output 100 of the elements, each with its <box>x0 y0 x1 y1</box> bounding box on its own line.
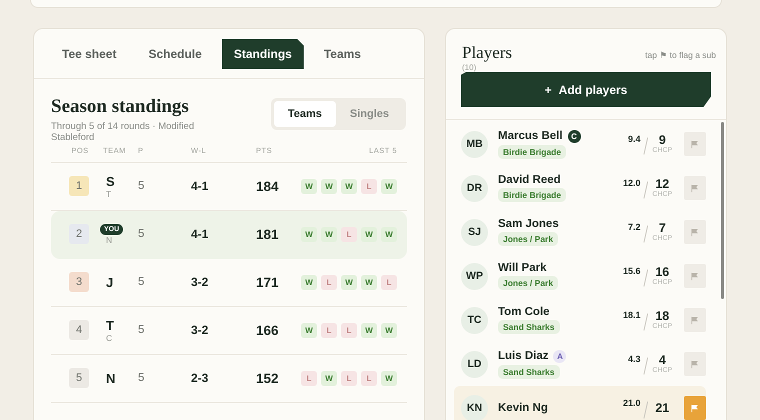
table-cell-text: 3-2 <box>190 275 210 290</box>
result-chip: W <box>321 178 337 194</box>
flag-button[interactable] <box>684 396 706 420</box>
rank-badge: 5 <box>69 368 89 388</box>
table-row[interactable]: 1 S T 5 4-1 184 W W W L W <box>51 162 407 211</box>
avatar: TC <box>461 306 488 334</box>
team-subtitle: C <box>106 332 114 343</box>
flag-button[interactable] <box>684 176 706 200</box>
result-chip: L <box>381 274 397 290</box>
result-chip: W <box>321 226 337 242</box>
rank-badge: 4 <box>69 320 89 340</box>
points-cell-text: 152 <box>255 370 280 386</box>
role-badge: A <box>553 350 566 362</box>
handicap-index: 7.2 <box>626 222 640 232</box>
result-chip: W <box>361 322 377 338</box>
slash-icon <box>642 136 648 156</box>
avatar: SJ <box>461 218 488 246</box>
table-cell-text: 5 <box>137 372 146 384</box>
result-chip: L <box>321 322 337 338</box>
result-chip: W <box>381 370 397 386</box>
team-name: S <box>106 174 116 189</box>
table-row[interactable]: 5 N 5 2-3 152 L W L L W <box>51 354 407 403</box>
result-chip: W <box>321 370 337 386</box>
tab[interactable]: Tee sheet <box>50 39 128 69</box>
rank-badge: 2 <box>69 224 89 244</box>
course-handicap: 9 <box>658 134 666 147</box>
table-cell-text: 3-2 <box>190 323 210 338</box>
section-title: Players <box>462 43 512 63</box>
table-cell-text: 2-3 <box>190 371 210 386</box>
flag-icon <box>690 360 700 368</box>
scrollbar[interactable] <box>721 122 724 299</box>
section-title: Season standings <box>51 96 190 118</box>
highlighted-row[interactable]: KN Kevin Ng 21.0 21 <box>454 386 706 420</box>
player-name: Marcus Bell <box>498 130 563 142</box>
table-cell-text: 5 <box>137 276 146 288</box>
flag-icon <box>690 228 700 236</box>
result-chip: W <box>381 178 397 194</box>
team-tag: Jones / Park <box>498 232 558 246</box>
result-chip: W <box>301 226 317 242</box>
result-chip: L <box>361 178 377 194</box>
slash-icon <box>642 180 648 200</box>
table-cell-text: 4-1 <box>190 179 210 194</box>
tab[interactable]: Standings <box>222 39 304 69</box>
table-cell-text: 4-1 <box>190 227 210 242</box>
tab[interactable]: Teams <box>312 39 373 69</box>
handicap-index: 15.6 <box>622 266 640 276</box>
result-chip: W <box>301 178 317 194</box>
result-chip: W <box>361 274 377 290</box>
team-name: N <box>106 370 116 386</box>
toggle-option[interactable]: Teams <box>274 101 336 127</box>
result-chip: W <box>301 274 317 290</box>
tab[interactable]: Schedule <box>136 39 214 69</box>
course-handicap: 12 <box>655 178 670 191</box>
flag-button[interactable] <box>684 264 706 288</box>
player-count: (10) <box>461 63 478 72</box>
handicap-index: 18.1 <box>622 310 640 320</box>
course-handicap: 16 <box>655 266 670 279</box>
team-subtitle: N <box>106 234 114 245</box>
player-name: Sam Jones <box>498 218 559 230</box>
hint-text: tap ⚑ to flag a sub <box>645 50 716 60</box>
rank-badge: 3 <box>69 272 89 292</box>
result-chip: L <box>321 274 337 290</box>
player-name: Luis Diaz <box>498 350 548 362</box>
flag-button[interactable] <box>684 132 706 156</box>
handicap-index: 4.3 <box>626 354 640 364</box>
flag-button[interactable] <box>684 352 706 376</box>
handicap-index: 12.0 <box>622 178 640 188</box>
points-cell-text: 166 <box>255 322 280 338</box>
avatar: DR <box>461 174 488 202</box>
flag-icon <box>690 140 700 148</box>
result-chip: W <box>301 322 317 338</box>
result-chip: L <box>341 370 357 386</box>
rank-badge: 1 <box>69 176 89 196</box>
slash-icon <box>642 268 648 288</box>
slash-icon <box>642 224 648 244</box>
table-cell-text: 5 <box>137 324 146 336</box>
table-cell-text: 5 <box>137 180 146 192</box>
flag-button[interactable] <box>684 220 706 244</box>
result-chip: L <box>341 322 357 338</box>
result-chip: L <box>341 226 357 242</box>
slash-icon <box>642 400 648 420</box>
add-players-button[interactable]: + Add players <box>461 72 711 107</box>
table-row[interactable]: 3 J 5 3-2 171 W L W W L <box>51 258 407 307</box>
course-handicap: 4 <box>658 354 666 367</box>
player-name: David Reed <box>498 174 561 186</box>
player-name: Kevin Ng <box>498 402 548 414</box>
team-subtitle: T <box>106 188 112 199</box>
course-handicap: 18 <box>655 310 670 323</box>
avatar: WP <box>461 262 488 290</box>
subtitle: Through 5 of 14 rounds · Modified Stableford <box>51 121 196 144</box>
handicap-index: 9.4 <box>626 134 640 144</box>
table-cell-text: 5 <box>137 228 146 240</box>
flag-icon <box>690 316 700 324</box>
table-row[interactable]: 4 T C 5 3-2 166 W L L W W <box>51 306 407 355</box>
player-name: Tom Cole <box>498 306 550 318</box>
flag-button[interactable] <box>684 308 706 332</box>
slash-icon <box>642 356 648 376</box>
result-chip: W <box>361 226 377 242</box>
role-badge: C <box>568 130 581 142</box>
result-chip: W <box>381 322 397 338</box>
